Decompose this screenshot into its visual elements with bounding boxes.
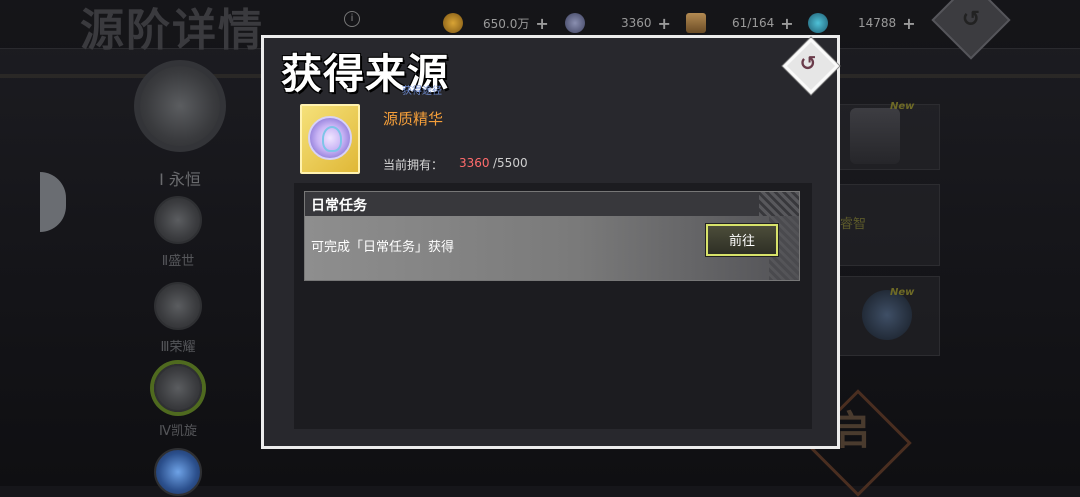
resource-crate-value: 61/164 (732, 16, 775, 30)
gold-coin-icon (443, 13, 463, 33)
essence-medal-icon (308, 116, 352, 160)
rank-4[interactable]: Ⅳ凯旋 (148, 364, 208, 439)
background-back-button[interactable]: ↺ (931, 0, 1011, 60)
rank-3-label: Ⅲ荣耀 (160, 340, 196, 355)
info-icon[interactable]: i (344, 11, 360, 27)
new-badge: New (890, 101, 915, 112)
resource-essence-value: 3360 (621, 16, 652, 30)
source-dialog: 获得来源 获得途径 ↺ 源质精华 当前拥有： 3360 /5500 日常任务 可… (261, 35, 840, 449)
dialog-subtitle: 获得途径 (402, 86, 442, 97)
new-badge-2: New (890, 287, 915, 298)
crate-icon (686, 13, 706, 33)
source-card-title: 日常任务 (311, 198, 367, 214)
rank-2-label: Ⅱ盛世 (161, 254, 195, 269)
resource-gold: 650.0万 + (443, 12, 549, 34)
owned-max: /5500 (493, 156, 528, 170)
header-stripes (759, 192, 799, 216)
item-name: 源质精华 (383, 110, 444, 128)
rank-1-label: Ⅰ 永恒 (159, 170, 201, 189)
owned-label: 当前拥有： (383, 158, 444, 172)
rank-5-emblem (154, 448, 202, 496)
source-card-description: 可完成「日常任务」获得 (311, 240, 455, 255)
hero-avatar (850, 108, 900, 164)
rank-4-emblem (154, 364, 202, 412)
rank-1[interactable]: Ⅰ 永恒 (118, 60, 242, 190)
source-card-header (305, 192, 799, 216)
owned-current: 3360 (459, 156, 490, 170)
resource-gem-plus-button[interactable]: + (902, 14, 915, 33)
rank-4-label: Ⅳ凯旋 (159, 424, 197, 439)
back-arrow-icon: ↺ (799, 51, 817, 75)
close-button[interactable]: ↺ (781, 36, 840, 95)
left-scroll-handle[interactable] (40, 172, 66, 232)
item-icon (300, 104, 360, 174)
go-button[interactable]: 前往 (706, 224, 778, 256)
resource-crate: 61/164 + (686, 12, 794, 34)
page-title: 源阶详情 (80, 5, 264, 56)
resource-essence-plus-button[interactable]: + (658, 14, 671, 33)
source-card-daily-task: 日常任务 可完成「日常任务」获得 前往 (304, 191, 800, 281)
resource-gold-plus-button[interactable]: + (535, 14, 548, 33)
essence-orb-icon (565, 13, 585, 33)
resource-crate-plus-button[interactable]: + (780, 14, 793, 33)
resource-gold-value: 650.0万 (483, 16, 530, 31)
resource-gem-value: 14788 (858, 16, 897, 30)
rank-2-emblem (154, 196, 202, 244)
source-list: 日常任务 可完成「日常任务」获得 前往 (294, 183, 812, 429)
rank-2[interactable]: Ⅱ盛世 (148, 196, 208, 269)
blue-gem-icon (808, 13, 828, 33)
rank-1-emblem (134, 60, 226, 152)
back-arrow-icon: ↺ (961, 6, 981, 32)
rank-3-emblem (154, 282, 202, 330)
rank-3[interactable]: Ⅲ荣耀 (148, 282, 208, 355)
rank-5[interactable] (148, 448, 208, 496)
resource-gem: 14788 + (808, 12, 916, 34)
bg-side-text: 睿智 (840, 217, 867, 232)
resource-essence: 3360 + (565, 12, 671, 34)
